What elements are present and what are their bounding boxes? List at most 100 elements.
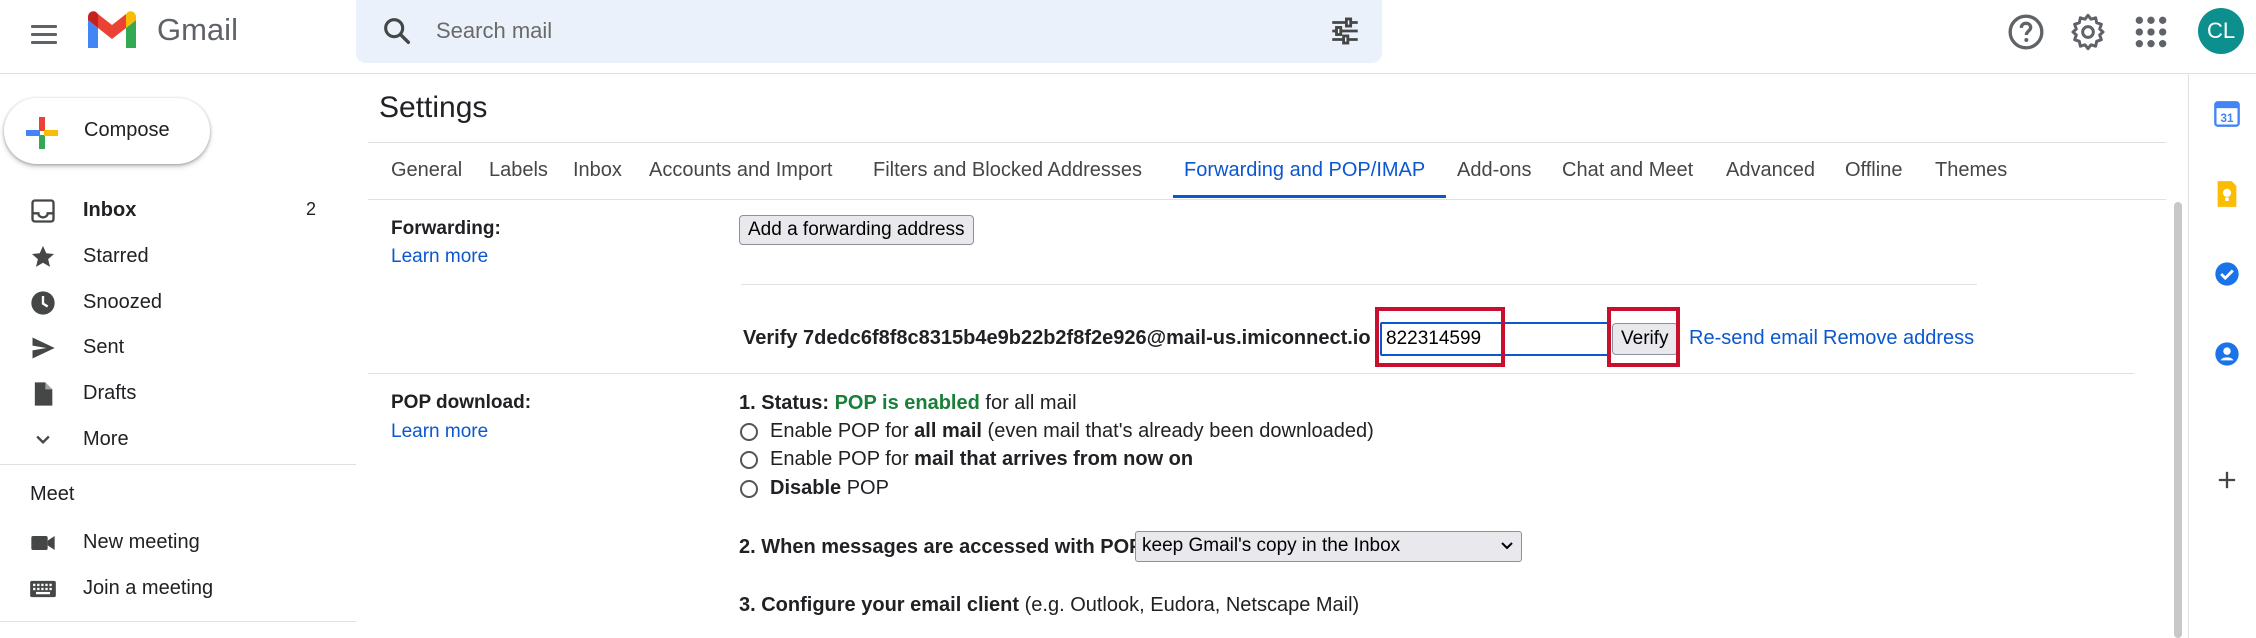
calendar-icon[interactable]: 31 — [2213, 100, 2241, 128]
sidebar-item-new-meeting[interactable]: New meeting — [0, 521, 356, 565]
sidebar-item-label: Join a meeting — [83, 577, 214, 599]
send-icon — [32, 337, 55, 359]
settings-tabs: General Labels Inbox Accounts and Import… — [368, 142, 2168, 199]
pop-status-suffix: for all mail — [979, 392, 1077, 414]
sidebar-item-sent[interactable]: Sent — [0, 326, 356, 370]
settings-gear-icon[interactable] — [2068, 12, 2108, 52]
configure-bold: 3. Configure your email client — [739, 594, 1020, 616]
verify-address-text: Verify 7dedc6f8f8c8315b4e9b22b2f8f2e926@… — [743, 327, 1371, 349]
chevron-down-icon — [36, 435, 50, 444]
pop-status-value: POP is enabled — [834, 392, 980, 414]
option-bold: Disable — [770, 477, 842, 499]
sidebar-item-label: Drafts — [83, 382, 137, 404]
remove-address-link[interactable]: Remove address — [1823, 327, 1974, 350]
meet-section-title: Meet — [30, 483, 75, 505]
sidebar-item-label: Starred — [83, 245, 149, 267]
scrollbar-thumb[interactable] — [2174, 202, 2182, 638]
active-tab-indicator — [1173, 195, 1446, 198]
draft-icon — [34, 382, 53, 406]
sidebar-item-label: Sent — [83, 336, 125, 358]
star-icon — [31, 245, 55, 267]
tab-themes[interactable]: Themes — [1935, 159, 2007, 182]
tab-chat-meet[interactable]: Chat and Meet — [1562, 159, 1693, 182]
tasks-icon[interactable] — [2213, 260, 2241, 288]
svg-text:31: 31 — [2221, 112, 2234, 125]
radio-pop-from-now[interactable] — [740, 451, 758, 469]
contacts-icon[interactable] — [2213, 340, 2241, 368]
pop-status-prefix: 1. Status: — [739, 392, 835, 414]
sidebar-item-label: Snoozed — [83, 291, 162, 313]
help-icon[interactable] — [2006, 12, 2046, 52]
tab-inbox[interactable]: Inbox — [573, 159, 622, 182]
pop-status-line: 1. Status: POP is enabled for all mail — [739, 392, 1077, 415]
account-avatar[interactable]: CL — [2198, 8, 2244, 54]
app-name: Gmail — [157, 12, 238, 47]
keep-icon[interactable] — [2213, 180, 2241, 208]
highlight-box-verify — [1607, 307, 1680, 367]
option-text: (even mail that's already been downloade… — [981, 420, 1374, 442]
search-options-icon[interactable] — [1328, 14, 1362, 48]
main-menu-icon[interactable] — [24, 14, 64, 54]
sidebar-item-label: More — [83, 428, 129, 450]
chevron-down-icon — [1501, 542, 1513, 550]
option-text: Enable POP for — [770, 420, 915, 442]
sidebar-item-label: Inbox — [83, 199, 137, 221]
pop-access-select[interactable]: keep Gmail's copy in the Inbox — [1135, 531, 1522, 562]
radio-pop-all-mail[interactable] — [740, 423, 758, 441]
compose-label: Compose — [84, 119, 170, 141]
pop-access-label: 2. When messages are accessed with POP — [739, 536, 1143, 558]
radio-pop-disable[interactable] — [740, 480, 758, 498]
clock-icon — [31, 291, 55, 315]
add-forwarding-address-button[interactable]: Add a forwarding address — [739, 215, 974, 245]
sidebar-item-more[interactable]: More — [0, 418, 356, 462]
highlight-box-code — [1375, 307, 1505, 367]
top-bar: Gmail CL — [0, 0, 2256, 74]
pop-download-label: POP download: — [391, 392, 532, 413]
pop-option-from-now: Enable POP for mail that arrives from no… — [770, 448, 1193, 471]
sidebar-item-label: New meeting — [83, 531, 200, 553]
forwarding-label: Forwarding: — [391, 218, 501, 239]
configure-rest: (e.g. Outlook, Eudora, Netscape Mail) — [1019, 594, 1360, 616]
compose-plus-icon — [26, 117, 58, 149]
tab-accounts-import[interactable]: Accounts and Import — [649, 159, 832, 182]
page-title: Settings — [379, 91, 488, 124]
video-icon — [31, 536, 55, 550]
compose-button[interactable]: Compose — [4, 98, 210, 164]
resend-email-link[interactable]: Re-send email — [1689, 327, 1818, 350]
search-bar[interactable] — [356, 0, 1382, 63]
option-text: POP — [841, 477, 889, 499]
tab-forwarding-pop-imap[interactable]: Forwarding and POP/IMAP — [1184, 159, 1425, 182]
pop-option-all-mail: Enable POP for all mail (even mail that'… — [770, 420, 1374, 443]
keyboard-icon — [30, 580, 56, 598]
search-input[interactable] — [436, 12, 1256, 50]
gmail-logo-icon[interactable] — [84, 8, 140, 52]
pop-learn-more-link[interactable]: Learn more — [391, 421, 488, 443]
inbox-count: 2 — [305, 199, 316, 219]
forwarding-learn-more-link[interactable]: Learn more — [391, 246, 488, 268]
pop-option-disable: Disable POP — [770, 477, 889, 500]
tabs-bottom-divider — [368, 199, 2166, 200]
sidebar-divider — [0, 464, 356, 465]
add-addon-icon[interactable] — [2213, 466, 2241, 494]
tab-labels[interactable]: Labels — [489, 159, 548, 182]
section-divider — [368, 373, 2134, 374]
sidebar-item-join-meeting[interactable]: Join a meeting — [0, 567, 356, 611]
forwarding-divider — [741, 284, 1977, 285]
tab-add-ons[interactable]: Add-ons — [1457, 159, 1532, 182]
tab-filters[interactable]: Filters and Blocked Addresses — [873, 159, 1142, 182]
sidebar-item-drafts[interactable]: Drafts — [0, 372, 356, 416]
option-bold: mail that arrives from now on — [914, 448, 1194, 470]
option-bold: all mail — [914, 420, 982, 442]
sidebar-item-starred[interactable]: Starred — [0, 235, 356, 279]
pop-access-selected: keep Gmail's copy in the Inbox — [1142, 535, 1401, 556]
tab-general[interactable]: General — [391, 159, 462, 182]
sidebar-divider — [0, 621, 356, 622]
search-icon[interactable] — [380, 14, 414, 48]
sidebar-item-snoozed[interactable]: Snoozed — [0, 281, 356, 325]
tab-advanced[interactable]: Advanced — [1726, 159, 1815, 182]
option-text: Enable POP for — [770, 448, 915, 470]
apps-grid-icon[interactable] — [2131, 12, 2171, 52]
sidebar-item-inbox[interactable]: Inbox 2 — [0, 189, 356, 233]
tab-offline[interactable]: Offline — [1845, 159, 1902, 182]
inbox-icon — [31, 199, 55, 223]
